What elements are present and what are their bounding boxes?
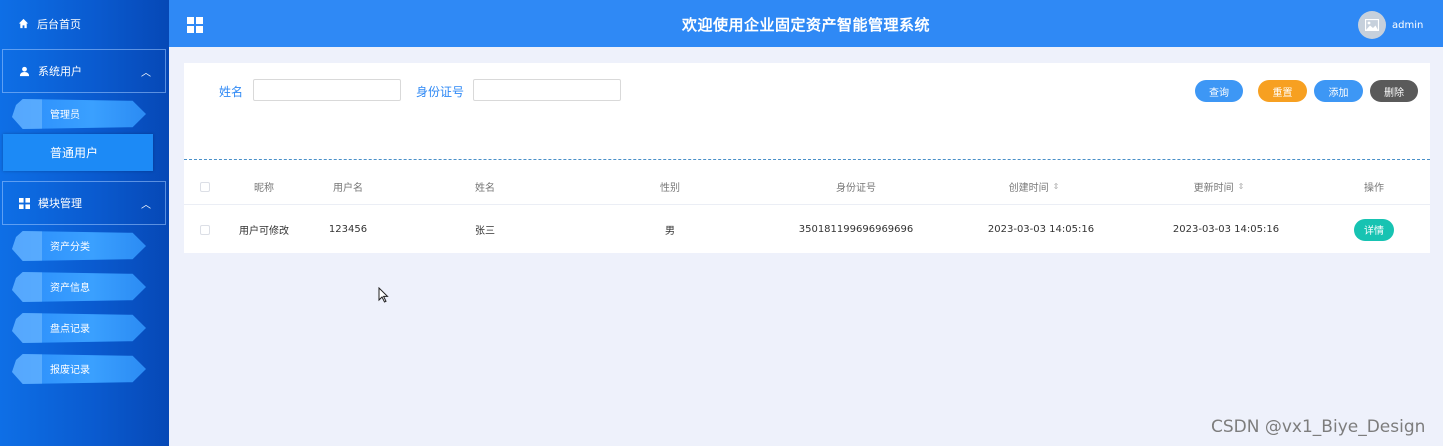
content-panel: 姓名 身份证号 查询 重置 添加 删除 昵称 用户名 姓名 性别 身份证号 创建… [184, 63, 1430, 253]
col-name: 姓名 [475, 183, 495, 194]
sidebar-item-home[interactable]: 后台首页 [0, 0, 169, 47]
sort-icon[interactable]: ⇕ [1053, 182, 1060, 191]
cell-nickname: 用户可修改 [239, 226, 289, 237]
sidebar-item-label: 资产信息 [50, 283, 90, 294]
sidebar-item-asset-info[interactable]: 资产信息 [0, 266, 169, 307]
col-nickname: 昵称 [254, 183, 274, 194]
sidebar-item-label: 报废记录 [50, 365, 90, 376]
cell-id-number: 350181199696969696 [798, 224, 914, 235]
sidebar-group-label: 模块管理 [38, 197, 82, 210]
sidebar-item-label: 管理员 [50, 110, 80, 121]
col-updated-time[interactable]: 更新时间 ⇕ [1174, 169, 1264, 204]
sidebar-home-label: 后台首页 [37, 17, 81, 31]
id-number-input[interactable] [473, 79, 621, 101]
add-button[interactable]: 添加 [1314, 80, 1363, 102]
sidebar-item-label: 普通用户 [50, 146, 99, 160]
id-number-label: 身份证号 [416, 85, 465, 99]
col-username: 用户名 [333, 183, 363, 194]
cell-username: 123456 [328, 224, 368, 235]
row-checkbox[interactable] [198, 206, 212, 253]
mouse-cursor-icon [378, 287, 389, 303]
col-created-label: 创建时间 [1008, 183, 1049, 194]
query-button[interactable]: 查询 [1195, 80, 1243, 102]
table-row: 用户可修改 123456 张三 男 350181199696969696 202… [184, 206, 1430, 253]
sidebar-item-label: 盘点记录 [50, 324, 90, 335]
sidebar: 后台首页 系统用户 ︿ 管理员 普通用户 模块管理 ︿ 资产分类 资产信息 盘点… [0, 0, 169, 446]
col-updated-label: 更新时间 [1193, 183, 1234, 194]
sidebar-item-asset-category[interactable]: 资产分类 [0, 225, 169, 266]
sidebar-item-normal-user[interactable]: 普通用户 [3, 134, 153, 171]
grid-icon [19, 197, 30, 209]
user-icon [19, 66, 30, 76]
username[interactable]: admin [1392, 20, 1423, 31]
select-all-checkbox[interactable] [198, 169, 212, 204]
sidebar-group-label: 系统用户 [38, 65, 82, 78]
delete-button[interactable]: 删除 [1370, 80, 1418, 102]
cell-updated-time: 2023-03-03 14:05:16 [1172, 224, 1280, 235]
sidebar-item-label: 资产分类 [50, 242, 90, 253]
col-action: 操作 [1364, 183, 1384, 194]
col-gender: 性别 [660, 183, 680, 194]
avatar[interactable] [1358, 11, 1386, 39]
sort-icon[interactable]: ⇕ [1238, 182, 1245, 191]
sidebar-group-system-users[interactable]: 系统用户 ︿ [2, 49, 166, 93]
table-header: 昵称 用户名 姓名 性别 身份证号 创建时间 ⇕ 更新时间 ⇕ 操作 [184, 169, 1430, 205]
chevron-up-icon: ︿ [141, 200, 151, 211]
cell-created-time: 2023-03-03 14:05:16 [987, 224, 1095, 235]
chevron-up-icon: ︿ [141, 68, 151, 79]
cell-gender: 男 [665, 226, 675, 237]
col-id-number: 身份证号 [836, 183, 876, 194]
sidebar-group-module-management[interactable]: 模块管理 ︿ [2, 181, 166, 225]
page-title: 欢迎使用企业固定资产智能管理系统 [681, 16, 930, 34]
name-label: 姓名 [219, 85, 244, 99]
cell-name: 张三 [475, 226, 495, 237]
name-input[interactable] [253, 79, 401, 101]
watermark: CSDN @vx1_Biye_Design [1211, 417, 1426, 437]
col-created-time[interactable]: 创建时间 ⇕ [989, 169, 1079, 204]
detail-button[interactable]: 详情 [1354, 218, 1394, 241]
image-icon [1365, 19, 1379, 31]
sidebar-item-inventory-record[interactable]: 盘点记录 [0, 307, 169, 348]
top-header: 欢迎使用企业固定资产智能管理系统 admin [169, 0, 1443, 47]
divider [184, 159, 1430, 160]
sidebar-item-admin[interactable]: 管理员 [0, 93, 169, 134]
sidebar-item-scrap-record[interactable]: 报废记录 [0, 348, 169, 389]
home-icon [18, 18, 29, 29]
reset-button[interactable]: 重置 [1258, 80, 1307, 102]
